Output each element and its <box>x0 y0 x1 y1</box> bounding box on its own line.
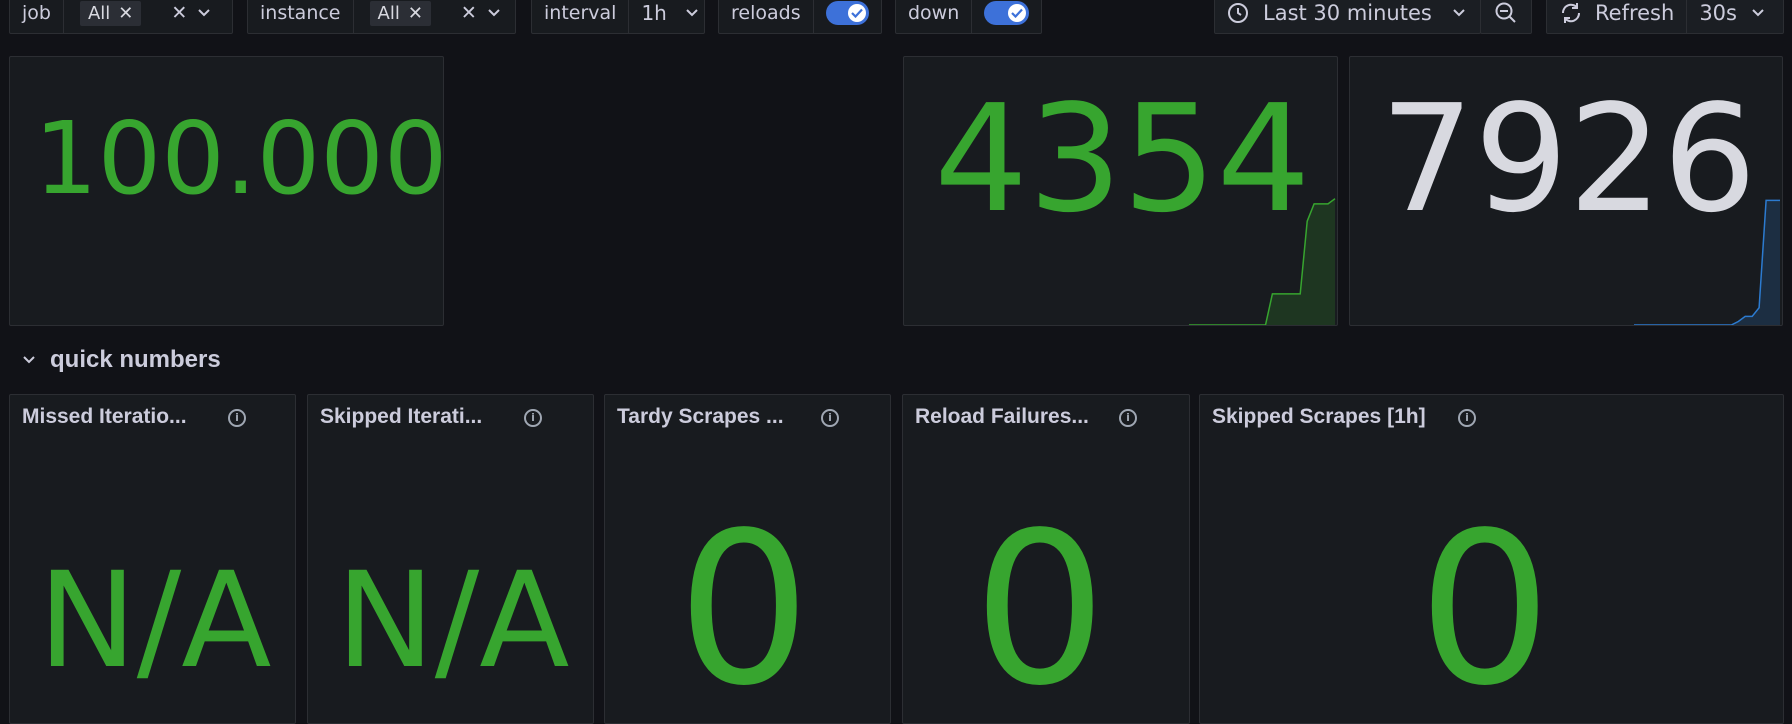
chevron-down-icon[interactable] <box>487 8 501 18</box>
chip-label: All <box>87 2 111 24</box>
stat-panel-top-1[interactable]: 100.000 <box>9 56 444 326</box>
down-toggle[interactable] <box>984 1 1029 25</box>
close-icon[interactable]: ✕ <box>118 3 133 24</box>
refresh-interval-select[interactable]: 30s <box>1686 0 1765 34</box>
zoom-out-icon <box>1494 1 1518 25</box>
chevron-down-icon[interactable] <box>197 8 211 18</box>
chevron-down-icon[interactable] <box>22 355 36 365</box>
variable-interval[interactable]: interval 1h <box>531 0 705 34</box>
variable-label: instance <box>248 0 354 33</box>
info-icon[interactable]: i <box>524 409 542 427</box>
variable-instance[interactable]: instance All ✕ ✕ <box>247 0 516 34</box>
value-chip[interactable]: All ✕ <box>79 0 142 26</box>
variable-label: down <box>896 0 973 33</box>
check-icon <box>1008 4 1026 22</box>
info-icon[interactable]: i <box>1119 409 1137 427</box>
check-icon <box>848 4 866 22</box>
stat-panel-top-3[interactable]: 7926 <box>1349 56 1783 326</box>
stat-panel-skipped-scrapes[interactable]: Skipped Scrapes [1h] i 0 <box>1199 394 1784 724</box>
variable-reloads[interactable]: reloads <box>718 0 882 34</box>
chevron-down-icon <box>1751 8 1765 18</box>
interval-select[interactable]: 1h <box>629 1 710 25</box>
refresh-interval-label: 30s <box>1699 1 1737 25</box>
select-value: 1h <box>641 1 667 25</box>
reloads-toggle[interactable] <box>825 1 869 25</box>
row-header[interactable]: quick numbers <box>22 346 221 374</box>
variable-label: reloads <box>719 0 814 33</box>
time-picker-button[interactable]: Last 30 minutes <box>1214 0 1481 34</box>
stat-panel-reload-failures[interactable]: Reload Failures... i 0 <box>902 394 1190 724</box>
chevron-down-icon <box>1452 8 1466 18</box>
info-icon[interactable]: i <box>821 409 839 427</box>
value-chip[interactable]: All ✕ <box>369 0 431 26</box>
panel-title: Skipped Scrapes [1h] <box>1212 405 1426 428</box>
panel-title: Tardy Scrapes ... <box>617 405 784 428</box>
variable-label: job <box>10 0 64 33</box>
stat-value: 0 <box>677 487 811 724</box>
refresh-label: Refresh <box>1595 1 1675 25</box>
clock-icon <box>1227 2 1249 24</box>
stat-value: 4354 <box>934 73 1311 245</box>
panel-title: Skipped Iterati... <box>320 405 483 428</box>
info-icon[interactable]: i <box>228 409 246 427</box>
stat-panel-missed-iterations[interactable]: Missed Iteratio... i N/A <box>9 394 296 724</box>
variable-label: interval <box>532 0 630 33</box>
stat-value: N/A <box>38 544 272 698</box>
chevron-down-icon <box>685 8 699 18</box>
stat-panel-tardy-scrapes[interactable]: Tardy Scrapes ... i 0 <box>604 394 891 724</box>
stat-value: N/A <box>336 544 570 698</box>
stat-panel-skipped-iterations[interactable]: Skipped Iterati... i N/A <box>307 394 594 724</box>
row-title: quick numbers <box>50 346 221 373</box>
stat-value: 100.000 <box>34 100 444 217</box>
clear-icon[interactable]: ✕ <box>461 2 477 24</box>
variable-job[interactable]: job All ✕ ✕ <box>9 0 233 34</box>
stat-panel-top-2[interactable]: 4354 <box>903 56 1338 326</box>
variable-down[interactable]: down <box>895 0 1042 34</box>
stat-value: 7926 <box>1380 73 1757 245</box>
close-icon[interactable]: ✕ <box>408 3 423 24</box>
chip-label: All <box>377 2 400 24</box>
panel-title: Reload Failures... <box>915 405 1089 428</box>
zoom-out-button[interactable] <box>1480 0 1532 34</box>
clear-icon[interactable]: ✕ <box>171 2 187 24</box>
stat-value: 0 <box>973 487 1107 724</box>
refresh-button[interactable]: Refresh 30s <box>1546 0 1784 34</box>
info-icon[interactable]: i <box>1458 409 1476 427</box>
stat-value: 0 <box>1418 487 1552 724</box>
time-range-label: Last 30 minutes <box>1263 1 1432 25</box>
panel-title: Missed Iteratio... <box>22 405 187 428</box>
refresh-icon <box>1559 1 1583 25</box>
